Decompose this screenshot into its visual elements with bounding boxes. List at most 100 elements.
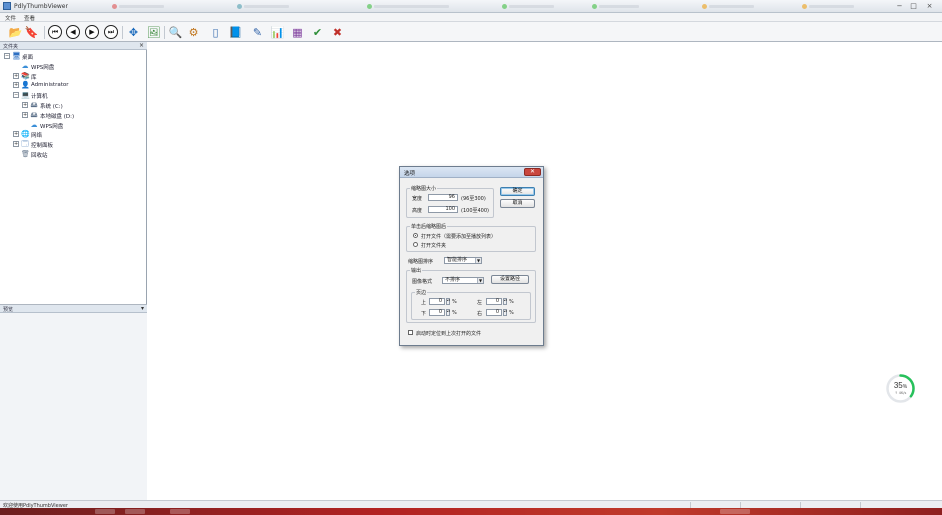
options-dialog: 选项 ✕ 缩略图大小 宽度 96 (96至300) 高度 100 (100至40… — [399, 166, 544, 346]
background-tab — [500, 3, 560, 10]
menu-file[interactable]: 文件 — [5, 14, 16, 22]
first-icon: ⏮ — [51, 28, 59, 36]
next-icon: ▶ — [89, 28, 95, 36]
bookmark-button[interactable]: 🔖 — [24, 25, 39, 40]
folder-icon: 🗔 — [21, 140, 29, 149]
tree-item-label: 回收站 — [31, 153, 48, 159]
search-button[interactable]: 🔍 — [168, 25, 183, 40]
width-label: 宽度 — [412, 196, 423, 202]
margin-top-unit: % — [452, 299, 457, 305]
set-path-button[interactable]: 设置路径 — [491, 275, 529, 284]
width-field[interactable]: 96 — [428, 194, 458, 201]
check-button[interactable]: ✔ — [310, 25, 325, 40]
taskbar-item[interactable] — [720, 509, 750, 514]
maximize-button[interactable]: □ — [909, 2, 918, 10]
margin-left-label: 左 — [477, 300, 483, 306]
margin-top-stepper[interactable]: ▴▾ — [446, 298, 450, 305]
folder-icon: 🖴 — [30, 101, 38, 109]
tree-item-label: WPS网盘 — [31, 64, 55, 71]
folder-icon: 👤 — [21, 81, 30, 90]
taskbar-item[interactable] — [125, 509, 145, 514]
toolbar-separator — [164, 26, 165, 39]
remember-last-checkbox[interactable] — [408, 330, 413, 335]
edit-icon: ✎ — [252, 26, 263, 39]
taskbar-item[interactable] — [170, 509, 190, 514]
margin-left-stepper[interactable]: ▴▾ — [503, 298, 507, 305]
next-button[interactable]: ▶ — [85, 25, 99, 39]
dialog-close-button[interactable]: ✕ — [524, 168, 541, 176]
folder-icon: 🖴 — [30, 110, 38, 119]
chart-button[interactable]: 📊 — [270, 25, 285, 40]
expand-icon[interactable]: + — [22, 102, 28, 108]
image-format-select[interactable]: 不排序 ▼ — [442, 277, 484, 284]
margin-top-field[interactable]: 0 — [429, 298, 445, 305]
open-file-label: 打开文件（需要添加至播放列表） — [421, 234, 497, 240]
tree-item-label: 桌面 — [22, 55, 34, 61]
sort-label: 缩略图排序 — [408, 259, 434, 265]
app-icon — [3, 2, 11, 10]
close-button[interactable]: × — [925, 2, 934, 10]
margin-bottom-field[interactable]: 0 — [429, 309, 445, 316]
folder-icon: 🌐 — [21, 130, 30, 139]
tree-item-label: WPS网盘 — [40, 123, 64, 130]
expand-icon[interactable]: + — [22, 111, 28, 118]
folder-icon: ☁ — [30, 120, 38, 129]
taskbar-item[interactable] — [95, 509, 115, 514]
progress-speed: ↑ 4K/s — [894, 391, 907, 395]
collapse-icon[interactable]: − — [4, 53, 10, 59]
folder-panel: 文件夹 × − 🖥 桌面 ☁ WPS网盘 + 📚 库 + 👤 Administrator − 💻 计算机 +… — [0, 42, 147, 500]
expand-icon[interactable]: + — [13, 141, 19, 148]
network-speed-widget[interactable]: 35% ↑ 4K/s — [885, 373, 916, 404]
tools-button[interactable]: ⚙ — [186, 25, 201, 40]
edit-button[interactable]: ✎ — [250, 25, 265, 40]
last-button[interactable]: ⏭ — [104, 25, 118, 39]
progress-percent: 35% — [893, 381, 908, 390]
title-bar: PdlyThumbViewer − □ × — [0, 0, 942, 13]
margin-left-field[interactable]: 0 — [486, 298, 502, 305]
close-icon[interactable]: × — [139, 42, 144, 49]
expand-icon[interactable]: + — [13, 82, 19, 89]
minimize-button[interactable]: − — [895, 2, 904, 10]
width-range: (96至300) — [461, 196, 486, 202]
sort-select[interactable]: 智能排序 ▼ — [444, 257, 482, 264]
margin-right-stepper[interactable]: ▴▾ — [503, 309, 507, 316]
page-icon: ▯ — [212, 26, 219, 39]
bookmark-icon: 🔖 — [24, 26, 39, 39]
first-button[interactable]: ⏮ — [48, 25, 62, 39]
expand-icon[interactable]: + — [13, 131, 19, 138]
status-bar: 欢迎使用PdlyThumbViewer — [0, 500, 942, 509]
folder-panel-header: 文件夹 × — [0, 42, 147, 50]
prev-button[interactable]: ◀ — [66, 25, 80, 39]
margin-label: 页边 — [415, 289, 428, 296]
dropdown-arrow-icon[interactable]: ▾ — [141, 305, 144, 312]
page-button[interactable]: ▯ — [208, 25, 223, 40]
margin-right-field[interactable]: 0 — [486, 309, 502, 316]
background-tab — [365, 3, 455, 10]
open-folder-button[interactable]: 📂 — [8, 25, 23, 40]
sort-select-value: 智能排序 — [447, 257, 468, 263]
margin-bottom-stepper[interactable]: ▴▾ — [446, 309, 450, 316]
dialog-title: 选项 — [404, 171, 416, 177]
grid-button[interactable]: ▦ — [290, 25, 305, 40]
open-file-radio[interactable] — [413, 233, 418, 238]
ok-button[interactable]: 确定 — [500, 187, 535, 196]
cancel-button[interactable]: 取消 — [500, 199, 535, 208]
book-button[interactable]: 📘 — [228, 25, 243, 40]
thumbnail-area[interactable] — [148, 42, 942, 500]
grid-icon: ▦ — [292, 26, 303, 39]
move-button[interactable]: ✥ — [126, 25, 141, 40]
delete-button[interactable]: ✖ — [330, 25, 345, 40]
chevron-down-icon: ▼ — [475, 258, 481, 263]
margin-bottom-label: 下 — [421, 311, 427, 317]
menu-view[interactable]: 查看 — [24, 14, 35, 22]
menu-bar: 文件 查看 — [0, 13, 942, 22]
open-folder-label: 打开文件夹 — [421, 243, 447, 249]
expand-icon[interactable]: + — [13, 72, 19, 79]
tree-item-label: 控制面板 — [31, 143, 54, 150]
thumb-size-label: 缩略图大小 — [410, 185, 438, 192]
height-field[interactable]: 100 — [428, 206, 458, 213]
collapse-icon[interactable]: − — [13, 92, 19, 99]
export-image-button[interactable]: 🖼 — [146, 25, 161, 40]
open-folder-radio[interactable] — [413, 242, 418, 247]
height-label: 高度 — [412, 208, 423, 214]
